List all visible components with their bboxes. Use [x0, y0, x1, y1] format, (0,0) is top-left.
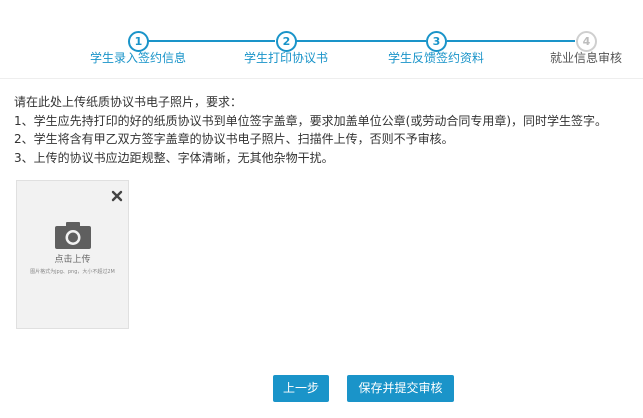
divider — [0, 78, 643, 79]
upload-hint: 图片格式为jpg、png，大小不超过2M — [30, 269, 115, 275]
step-3-label: 学生反馈签约资料 — [387, 51, 485, 65]
progress-stepper: 1 2 3 4 学生录入签约信息 学生打印协议书 学生反馈签约资料 就业信息审核 — [0, 0, 643, 78]
instructions-line-2: 2、学生将含有甲乙双方签字盖章的协议书电子照片、扫描件上传，否则不予审核。 — [14, 132, 454, 146]
instructions-line-1: 1、学生应先持打印的好的纸质协议书到单位签字盖章，要求加盖单位公章(或劳动合同专… — [14, 113, 608, 128]
instructions-intro: 请在此处上传纸质协议书电子照片，要求： — [14, 95, 243, 109]
previous-step-button[interactable]: 上一步 — [273, 375, 329, 402]
close-icon[interactable] — [110, 189, 124, 203]
step-2-label: 学生打印协议书 — [243, 51, 329, 65]
step-connector-1 — [147, 40, 275, 42]
step-connector-3 — [447, 40, 575, 42]
upload-label: 点击上传 — [54, 255, 91, 265]
step-1-label: 学生录入签约信息 — [89, 51, 187, 65]
step-connector-2 — [296, 40, 426, 42]
step-4-label: 就业信息审核 — [549, 51, 623, 65]
upload-dropzone[interactable]: 点击上传 图片格式为jpg、png，大小不超过2M — [16, 180, 129, 329]
upload-instructions: 请在此处上传纸质协议书电子照片，要求： 1、学生应先持打印的好的纸质协议书到单位… — [14, 93, 607, 167]
save-submit-button[interactable]: 保存并提交审核 — [347, 375, 454, 402]
instructions-line-3: 3、上传的协议书应边距规整、字体清晰，无其他杂物干扰。 — [14, 150, 334, 165]
camera-icon — [55, 222, 91, 249]
